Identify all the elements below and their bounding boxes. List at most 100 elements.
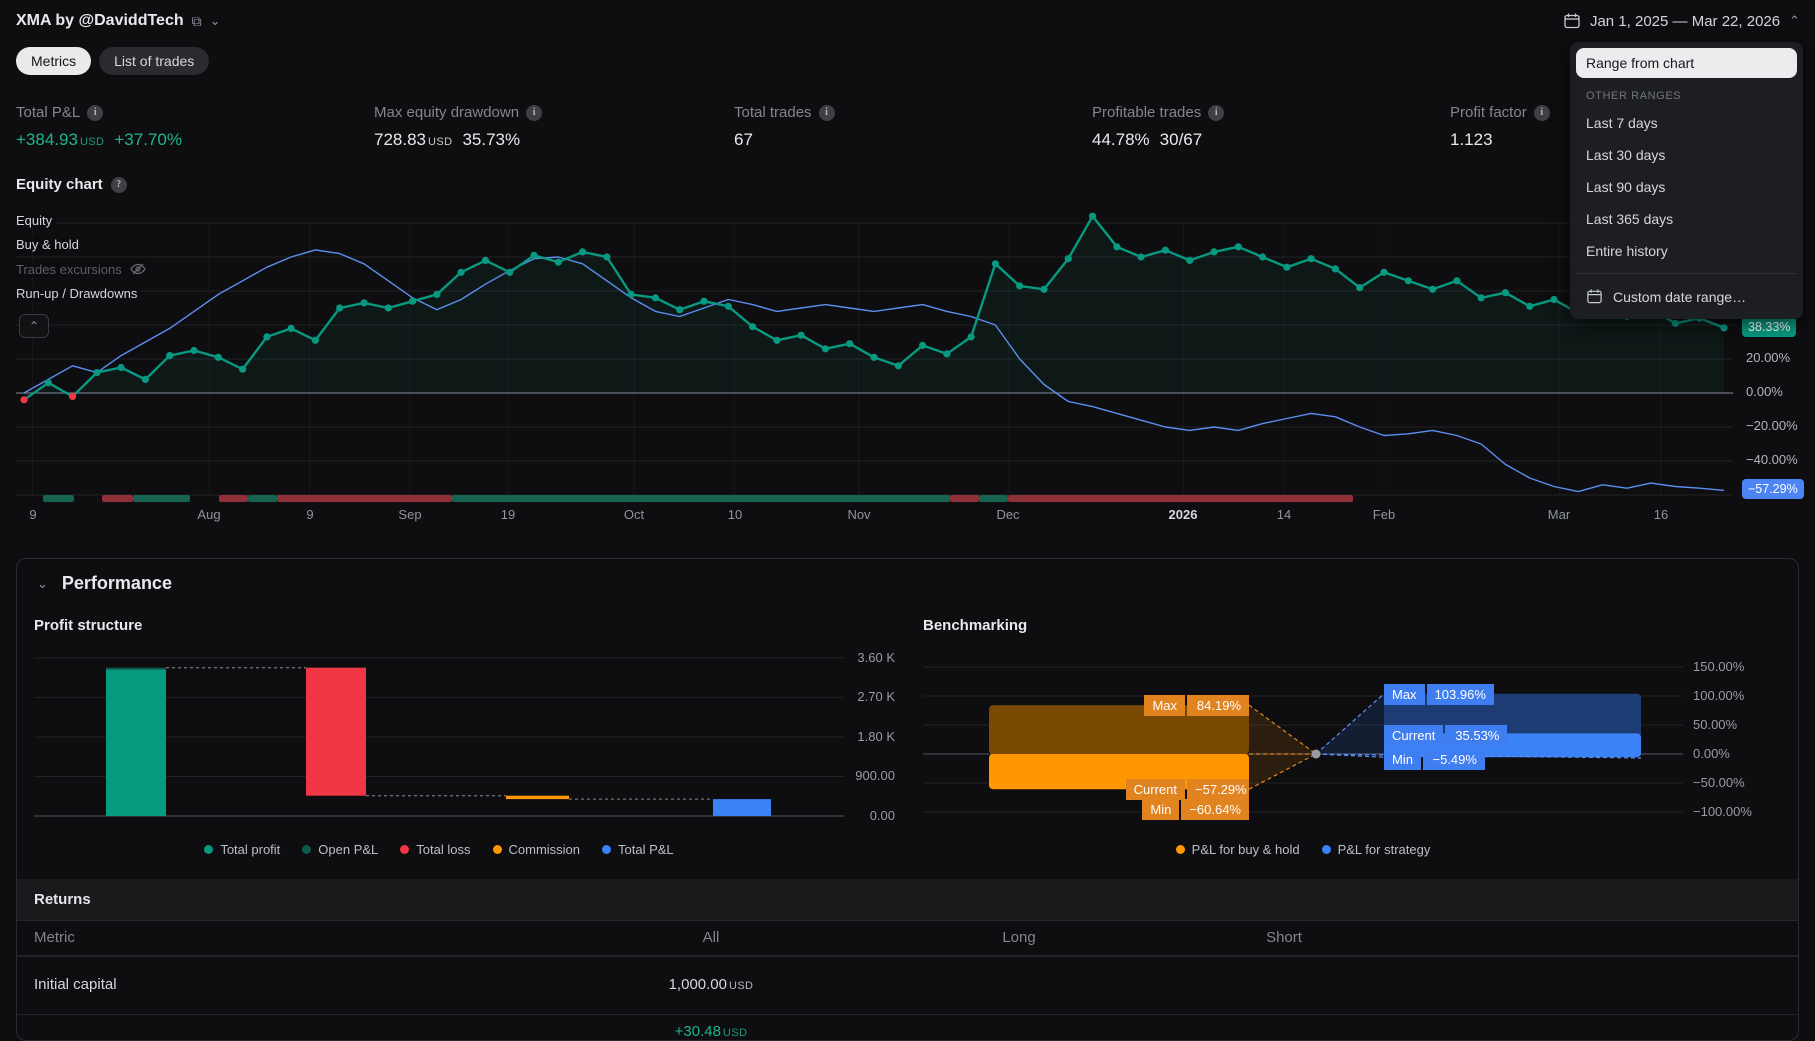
info-icon[interactable]: i — [87, 104, 104, 121]
legend-dot — [602, 845, 612, 854]
x-axis-tick: 9 — [306, 507, 314, 522]
strip-segment-green — [133, 495, 190, 502]
benchmarking-chart[interactable] — [923, 651, 1683, 831]
y-axis-tick: −100.00% — [1693, 804, 1752, 819]
row-metric: Initial capital — [34, 976, 117, 993]
legend-p-l-for-strategy[interactable]: P&L for strategy — [1321, 842, 1430, 857]
column-header-metric: Metric — [34, 929, 75, 946]
y-axis-tick: 20.00% — [1746, 350, 1791, 365]
dropdown-item-last-90-days[interactable]: Last 90 days — [1576, 171, 1797, 203]
x-axis-tick: Feb — [1372, 507, 1396, 522]
performance-card: ⌄ Performance Profit structure 0.00 900.0… — [16, 558, 1799, 1041]
chevron-up-icon: ⌃ — [1789, 13, 1800, 28]
metric-extra: +37.70% — [114, 130, 182, 149]
dropdown-item-entire-history[interactable]: Entire history — [1576, 235, 1797, 267]
date-range-button[interactable]: Jan 1, 2025 — Mar 22, 2026 ⌃ — [1563, 12, 1800, 30]
calendar-icon — [1563, 12, 1581, 30]
column-header-long: Long — [1002, 929, 1036, 946]
legend-p-l-for-buy-hold[interactable]: P&L for buy & hold — [1175, 842, 1300, 857]
x-axis-tick: 2026 — [1168, 507, 1198, 522]
last-value-badge: −57.29% — [1742, 479, 1804, 499]
metric-value: +384.93 USD — [16, 130, 105, 149]
info-icon[interactable]: i — [526, 104, 543, 121]
y-axis-tick: 50.00% — [1693, 717, 1738, 732]
strip-segment-red — [219, 495, 248, 502]
metric-value: 44.78% — [1092, 130, 1150, 149]
performance-title: Performance — [61, 573, 172, 593]
x-axis-tick: 10 — [727, 507, 743, 522]
chevron-down-icon[interactable]: ⌄ — [210, 13, 221, 29]
y-axis-tick: −40.00% — [1746, 452, 1798, 467]
legend-total-profit[interactable]: Total profit — [204, 842, 280, 857]
legend-trades-excursions[interactable]: Trades excursions — [16, 260, 150, 278]
external-link-icon[interactable]: ⧉ — [192, 13, 202, 30]
y-axis-tick: 900.00 — [855, 768, 895, 783]
metric-value: 67 — [734, 130, 753, 149]
legend-open-p-l[interactable]: Open P&L — [302, 842, 378, 857]
metric-max-equity-drawdown: Max equity drawdown i 728.83 USD 35.73% — [374, 104, 543, 150]
y-axis-tick: 3.60 K — [857, 650, 895, 665]
dropdown-item-last-30-days[interactable]: Last 30 days — [1576, 139, 1797, 171]
dropdown-item-range-from-chart[interactable]: Range from chart — [1576, 48, 1797, 78]
benchmarking-title: Benchmarking — [923, 617, 1028, 634]
help-icon[interactable]: ? — [110, 176, 127, 193]
legend-total-p-l[interactable]: Total P&L — [602, 842, 674, 857]
row-value-all: 1,000.00 USD — [668, 976, 754, 993]
strip-segment-red — [950, 495, 979, 502]
legend-dot — [302, 845, 312, 854]
date-range-dropdown: Range from chart OTHER RANGES Last 7 day… — [1570, 42, 1803, 319]
tab-list-of-trades[interactable]: List of trades — [99, 47, 210, 75]
performance-header[interactable]: ⌄ Performance — [37, 573, 172, 594]
bench-badge-max: Max 84.19% — [1129, 695, 1249, 716]
strip-segment-red — [1008, 495, 1353, 502]
legend-dot — [1321, 845, 1331, 854]
legend-buy-hold[interactable]: Buy & hold — [16, 236, 83, 253]
metric-label: Profit factor — [1450, 104, 1527, 121]
legend-run-up-drawdowns[interactable]: Run-up / Drawdowns — [16, 285, 142, 302]
profit-structure-y-axis: 0.00 900.00 1.80 K 2.70 K 3.60 K — [845, 650, 901, 831]
strip-segment-green — [248, 495, 277, 502]
legend-total-loss[interactable]: Total loss — [400, 842, 471, 857]
info-icon[interactable]: i — [818, 104, 835, 121]
legend-dot — [492, 845, 502, 854]
equity-chart-plot[interactable] — [16, 210, 1733, 510]
row-divider — [17, 956, 1798, 957]
info-icon[interactable]: i — [1208, 104, 1225, 121]
strip-segment-green — [43, 495, 74, 502]
legend-dot — [204, 845, 214, 854]
page-title: XMA by @DaviddTech — [16, 12, 184, 29]
legend-equity[interactable]: Equity — [16, 212, 57, 229]
equity-chart-legend: Equity Buy & hold Trades excursions Run-… — [16, 212, 150, 309]
dropdown-item-last-365-days[interactable]: Last 365 days — [1576, 203, 1797, 235]
y-axis-tick: −50.00% — [1693, 775, 1745, 790]
y-axis-tick: 2.70 K — [857, 689, 895, 704]
legend-commission[interactable]: Commission — [492, 842, 580, 857]
y-axis-tick: −20.00% — [1746, 418, 1798, 433]
strip-segment-red — [102, 495, 133, 502]
metric-profitable-trades: Profitable trades i 44.78% 30/67 — [1092, 104, 1225, 150]
benchmarking-legend: P&L for buy & hold P&L for strategy — [923, 842, 1683, 857]
bench-badge-current: Current −57.29% — [1125, 779, 1249, 800]
profit-structure-chart[interactable] — [34, 651, 844, 831]
info-icon[interactable]: i — [1533, 104, 1550, 121]
tab-metrics[interactable]: Metrics — [16, 47, 92, 75]
metric-profit-factor: Profit factor i 1.123 — [1450, 104, 1550, 150]
eye-slash-icon[interactable] — [130, 261, 146, 277]
dropdown-section-label: OTHER RANGES — [1586, 90, 1682, 102]
x-axis-tick: Nov — [847, 507, 871, 522]
x-axis-tick: 16 — [1653, 507, 1669, 522]
last-value-badge: 38.33% — [1742, 317, 1797, 337]
y-axis-tick: 100.00% — [1693, 688, 1745, 703]
dropdown-item-last-7-days[interactable]: Last 7 days — [1576, 107, 1797, 139]
y-axis-tick: 0.00 — [869, 808, 895, 823]
metric-label: Total P&L — [16, 104, 81, 121]
collapse-chart-button[interactable]: ⌃ — [19, 314, 49, 338]
x-axis-tick: Oct — [623, 507, 645, 522]
profit-structure-title: Profit structure — [34, 617, 143, 634]
metric-extra: 30/67 — [1159, 130, 1203, 149]
dropdown-item-custom-date-range[interactable]: Custom date range… — [1576, 280, 1797, 313]
bench-badge-current: Current 35.53% — [1384, 725, 1508, 746]
dropdown-divider — [1576, 273, 1797, 274]
strip-segment-green — [452, 495, 950, 502]
x-axis-tick: 19 — [500, 507, 516, 522]
